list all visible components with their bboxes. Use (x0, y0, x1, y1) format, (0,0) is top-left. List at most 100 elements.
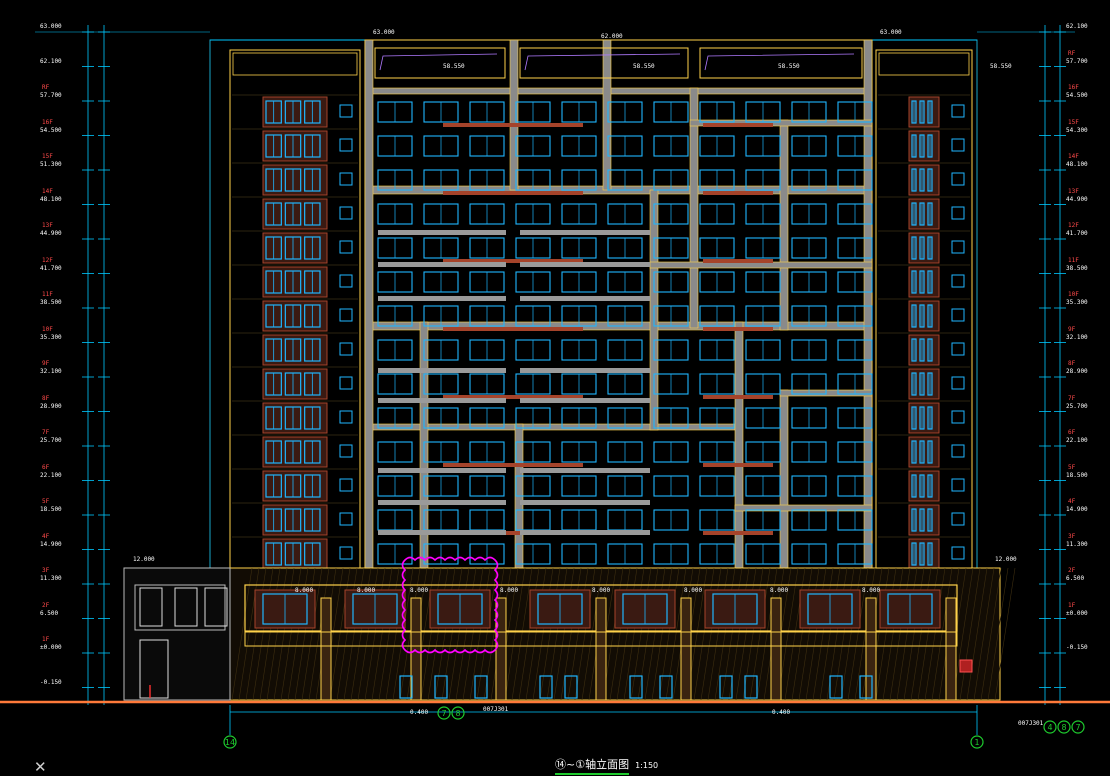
level-elevation: 28.900 (1066, 368, 1088, 375)
brick-sill (703, 395, 773, 399)
level-name: 13F (1068, 187, 1079, 195)
level-name: 9F (1068, 325, 1076, 333)
structural-band (779, 389, 789, 569)
balcony-rail (378, 500, 506, 505)
brick-sill (703, 531, 773, 535)
level-elevation: 44.900 (40, 230, 62, 237)
podium-right-elevation: 12.000 (995, 556, 1017, 563)
podium-column (945, 597, 957, 701)
structural-band (602, 39, 612, 191)
brick-sill (703, 327, 773, 331)
ground-note-right: 0.400 (772, 709, 791, 716)
brick-sill (703, 259, 773, 263)
level-elevation: 6.500 (40, 609, 59, 617)
left-wing-ac-unit (339, 206, 353, 220)
podium-bay-elevation: 8.000 (684, 587, 703, 594)
structural-band (364, 87, 873, 95)
right-wing-ac-unit (951, 546, 965, 560)
level-name: 11F (1068, 256, 1079, 264)
brick-sill (703, 463, 773, 467)
roof-elevation: 62.000 (601, 33, 623, 40)
level-elevation: 35.300 (40, 333, 62, 341)
level-elevation: 48.100 (40, 195, 62, 203)
roof-parapet-box (374, 47, 506, 79)
level-elevation: ±0.000 (1066, 609, 1088, 617)
level-name: 10F (1068, 291, 1079, 298)
level-name: 4F (42, 532, 50, 540)
close-icon[interactable]: ✕ (34, 760, 48, 775)
parapet-elevation: 58.550 (990, 63, 1012, 70)
level-elevation: 54.500 (40, 126, 62, 134)
level-name: 9F (42, 360, 50, 367)
level-name: 4F (1068, 498, 1076, 505)
podium-column (320, 597, 332, 701)
level-name: 13F (42, 222, 53, 229)
balcony-rail (378, 398, 506, 403)
right-wing-ac-unit (951, 104, 965, 118)
level-elevation: -0.150 (40, 678, 62, 686)
level-name: 8F (1068, 360, 1076, 367)
level-name: 2F (1068, 567, 1076, 574)
balcony-rail (520, 500, 650, 505)
level-elevation: 57.700 (1066, 57, 1088, 65)
podium-column (595, 597, 607, 701)
podium-frame (229, 567, 1001, 701)
detail-bubble-left-label: 8 (455, 709, 460, 718)
level-elevation: 44.900 (1066, 195, 1088, 203)
structural-band (509, 39, 519, 191)
structural-band (364, 39, 374, 569)
level-elevation: 25.700 (40, 437, 62, 444)
level-elevation: 18.500 (1066, 471, 1088, 479)
fire-hydrant-box (959, 659, 973, 673)
level-name: 15F (1068, 118, 1079, 126)
left-wing-ac-unit (339, 172, 353, 186)
parapet-elevation: 58.550 (633, 63, 655, 70)
level-elevation: 22.100 (40, 471, 62, 479)
detail-bubble-right-label: 7 (1075, 723, 1080, 732)
level-elevation: 28.900 (40, 402, 62, 410)
balcony-rail (378, 368, 506, 373)
brick-sill (443, 463, 583, 467)
level-elevation: 51.300 (40, 161, 62, 168)
right-wing-ac-unit (951, 478, 965, 492)
level-elevation: 41.700 (1066, 230, 1088, 237)
podium-column (770, 597, 782, 701)
podium-bay-elevation: 8.000 (295, 587, 314, 594)
level-name: 6F (1068, 429, 1076, 436)
level-elevation: 54.300 (1066, 126, 1088, 134)
level-elevation: 14.900 (40, 540, 62, 548)
balcony-rail (520, 296, 650, 301)
level-elevation: 11.300 (40, 575, 62, 582)
podium-bay-elevation: 8.000 (592, 587, 611, 594)
detail-bubble-left-label: 7 (441, 709, 446, 718)
level-name: 6F (42, 463, 50, 471)
level-name: 14F (1068, 153, 1079, 160)
detail-note-left: 007J301 (483, 706, 509, 713)
axis-bubble-right-label: 1 (974, 738, 979, 747)
structural-band (863, 39, 873, 569)
elevation-drawing: 14 17 84 8 7 (0, 25, 1110, 749)
left-wing-ac-unit (339, 274, 353, 288)
level-name: 3F (1068, 532, 1076, 540)
left-wing-ac-unit (339, 376, 353, 390)
podium-column (680, 597, 692, 701)
level-elevation: 57.700 (40, 92, 62, 99)
level-elevation: 54.500 (1066, 92, 1088, 99)
left-wing-ac-unit (339, 308, 353, 322)
drawing-scale: 1:150 (635, 760, 659, 770)
left-wing-parapet (232, 52, 358, 76)
level-name: 15F (42, 153, 53, 160)
level-elevation: 32.100 (40, 368, 62, 375)
level-name: 3F (42, 567, 50, 574)
brick-sill (443, 327, 583, 331)
left-wing-ac-unit (339, 410, 353, 424)
parapet-elevation: 58.550 (443, 63, 465, 70)
level-elevation: 63.000 (40, 23, 62, 30)
level-elevation: 62.100 (1066, 23, 1088, 30)
structural-band (779, 119, 789, 331)
left-wing-ac-unit (339, 240, 353, 254)
balcony-rail (520, 468, 650, 473)
balcony-rail (520, 368, 650, 373)
right-wing-ac-unit (951, 376, 965, 390)
level-name: 7F (1068, 394, 1076, 402)
